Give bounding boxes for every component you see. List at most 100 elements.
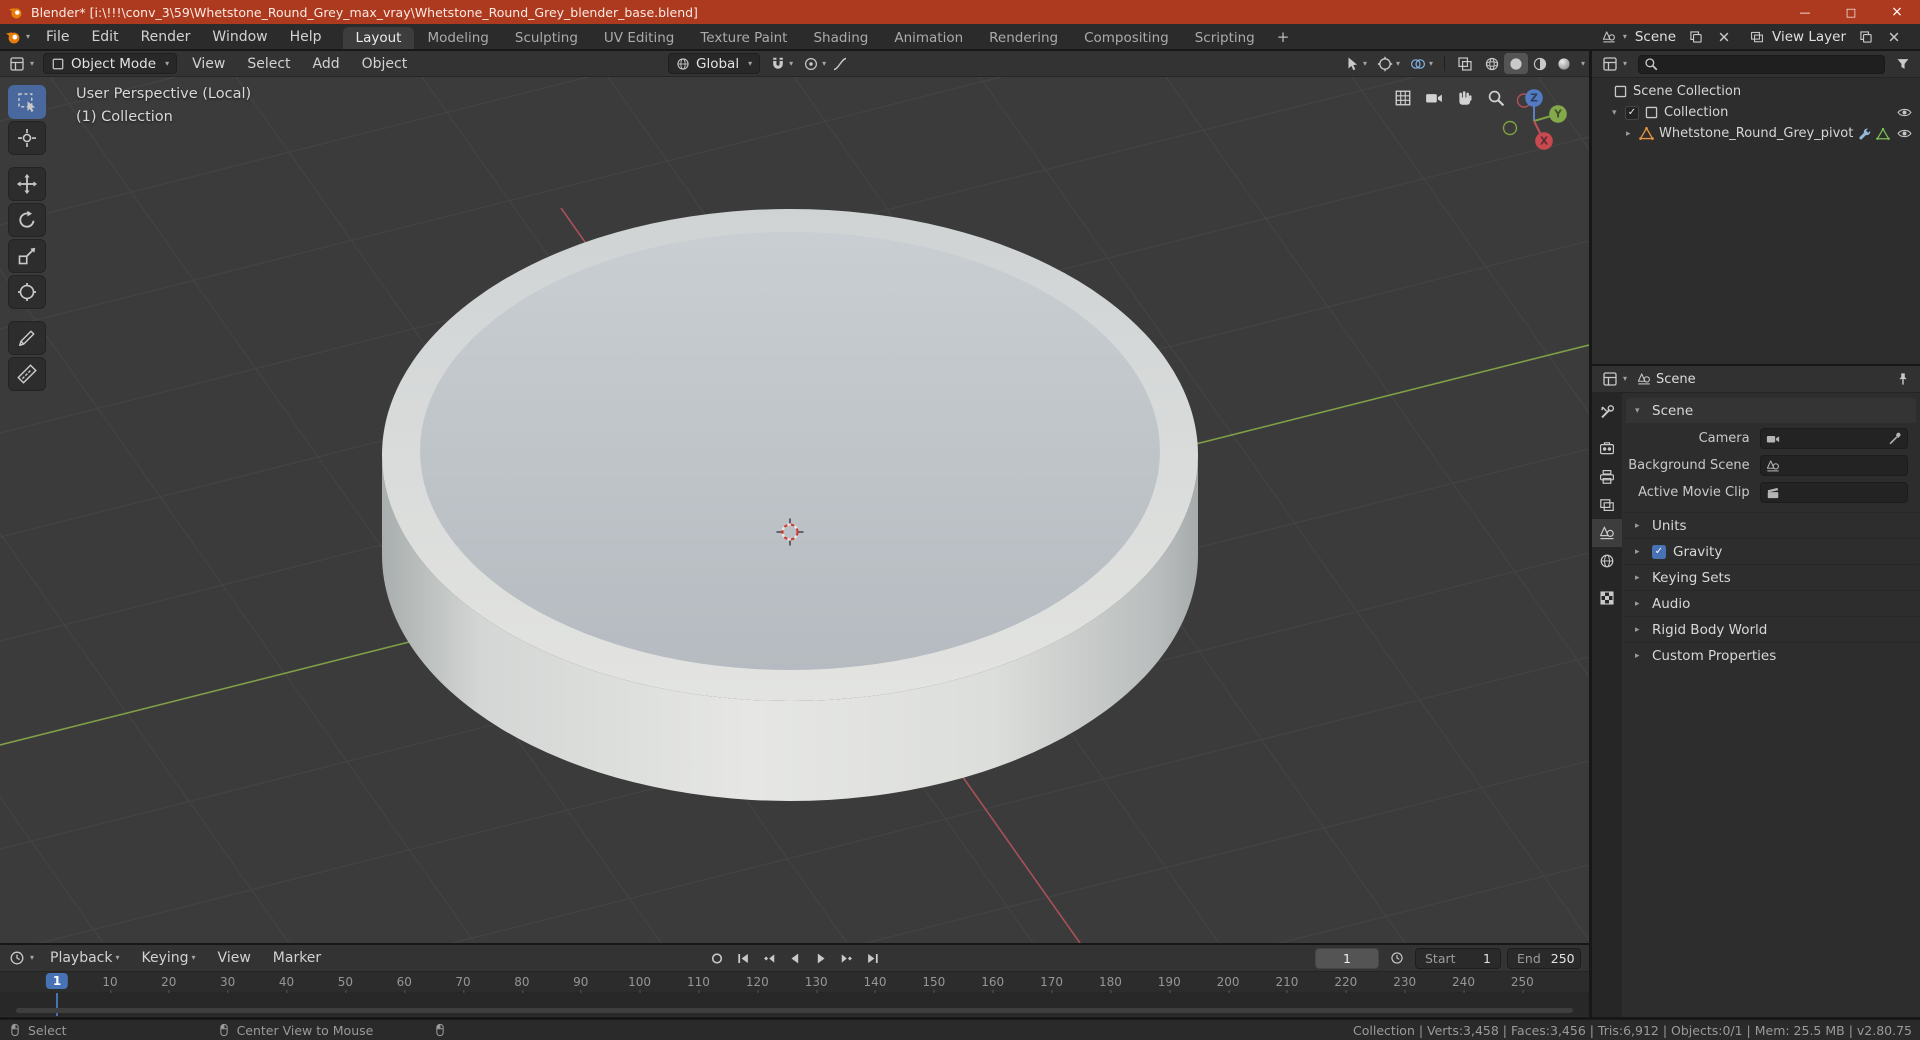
frame-end-field[interactable]: End 250 bbox=[1507, 947, 1581, 969]
preview-range-button[interactable] bbox=[1385, 945, 1409, 971]
workspace-tab[interactable]: UV Editing bbox=[591, 27, 687, 49]
window-titlebar[interactable]: Blender* [i:\!!!\conv_3\59\Whetstone_Rou… bbox=[0, 0, 1920, 24]
proportional-editing-toggle[interactable]: ▾ bbox=[799, 56, 830, 72]
outliner-search[interactable] bbox=[1638, 54, 1885, 74]
timeline-menu-item[interactable]: View ▾ bbox=[207, 945, 262, 971]
eye-icon[interactable] bbox=[1897, 126, 1912, 141]
timeline-ruler[interactable]: 10 20 30 40 50 60 70 80 90 100 110 120 130 140 150 160 1… bbox=[0, 972, 1589, 994]
viewport-menu-item[interactable]: Object bbox=[351, 51, 419, 76]
scene-selector[interactable]: ▾ Scene bbox=[1602, 24, 1736, 49]
view-layer-selector[interactable]: View Layer bbox=[1750, 24, 1906, 49]
shading-solid-button[interactable] bbox=[1503, 53, 1528, 74]
filter-button[interactable] bbox=[1891, 51, 1915, 77]
frame-start-field[interactable]: Start 1 bbox=[1415, 947, 1501, 969]
pin-button[interactable] bbox=[1891, 366, 1915, 392]
snap-toggle[interactable]: ▾ bbox=[766, 56, 797, 72]
outliner-row[interactable]: ▸ ✓ Whetstone_Round_Grey_pivot bbox=[1592, 123, 1920, 144]
search-input[interactable] bbox=[1662, 57, 1879, 71]
disclosure-icon[interactable]: ▾ bbox=[1612, 108, 1625, 118]
viewport-menu-item[interactable]: Select bbox=[236, 51, 301, 76]
playhead[interactable]: 1 bbox=[45, 973, 69, 989]
scene-name[interactable]: Scene bbox=[1631, 29, 1680, 45]
ortho-grid-button[interactable] bbox=[1394, 89, 1412, 107]
properties-tab[interactable] bbox=[1592, 435, 1622, 463]
panel-header[interactable]: ▸ ✓ Units bbox=[1624, 512, 1918, 538]
tool-button[interactable] bbox=[8, 321, 46, 355]
properties-tab[interactable] bbox=[1592, 584, 1622, 612]
panel-header[interactable]: ▸ ✓ Gravity bbox=[1624, 538, 1918, 564]
transform-orientation-dropdown[interactable]: Global ▾ bbox=[668, 53, 761, 74]
disclosure-icon[interactable]: ▸ bbox=[1626, 129, 1639, 139]
timeline-editor-type-button[interactable]: ▾ bbox=[4, 945, 39, 971]
xray-toggle[interactable] bbox=[1452, 51, 1478, 76]
timeline-track[interactable] bbox=[0, 993, 1589, 1016]
mode-dropdown[interactable]: Object Mode ▾ bbox=[43, 53, 178, 74]
remove-view-layer-button[interactable] bbox=[1882, 24, 1906, 49]
properties-editor-type-button[interactable]: ▾ bbox=[1597, 366, 1632, 392]
workspace-tab[interactable]: Modeling bbox=[414, 27, 501, 49]
panel-header[interactable]: ▸ ✓ Audio bbox=[1624, 590, 1918, 616]
menubar-item[interactable]: Window bbox=[201, 24, 278, 49]
view-layer-name[interactable]: View Layer bbox=[1768, 29, 1850, 45]
falloff-curve-icon[interactable] bbox=[832, 56, 848, 72]
workspace-tab[interactable]: Sculpting bbox=[502, 27, 591, 49]
workspace-tab[interactable]: Layout bbox=[342, 27, 415, 49]
outliner-editor-type-button[interactable]: ▾ bbox=[1597, 51, 1632, 77]
close-button[interactable]: × bbox=[1874, 0, 1920, 24]
shading-rendered-button[interactable] bbox=[1552, 53, 1576, 74]
overlays-dropdown[interactable]: ▾ bbox=[1406, 56, 1437, 72]
timeline-scrollbar[interactable] bbox=[16, 1008, 1573, 1013]
axis-y-neg-ball[interactable] bbox=[1502, 120, 1518, 136]
timeline-menu-item[interactable]: Playback ▾ bbox=[39, 945, 130, 971]
blender-app-menu-button[interactable]: ▾ bbox=[0, 24, 35, 49]
shading-material-button[interactable] bbox=[1528, 53, 1552, 74]
panel-header[interactable]: ▸ ✓ Keying Sets bbox=[1624, 564, 1918, 590]
auto-keying-button[interactable] bbox=[705, 948, 728, 969]
unlink-scene-button[interactable] bbox=[1712, 24, 1736, 49]
workspace-tab[interactable]: Compositing bbox=[1071, 27, 1182, 49]
properties-tab[interactable] bbox=[1592, 547, 1622, 575]
properties-tab[interactable] bbox=[1592, 519, 1622, 547]
play-reverse-button[interactable] bbox=[783, 948, 806, 969]
workspace-tab[interactable]: Rendering bbox=[976, 27, 1071, 49]
camera-view-button[interactable] bbox=[1425, 89, 1443, 107]
tool-button[interactable] bbox=[8, 239, 46, 273]
jump-to-end-button[interactable] bbox=[861, 948, 884, 969]
shading-wireframe-button[interactable] bbox=[1480, 53, 1504, 74]
properties-breadcrumb[interactable]: Scene bbox=[1632, 372, 1701, 387]
whetstone-object[interactable] bbox=[382, 209, 1198, 801]
panel-header[interactable]: ▸ ✓ Custom Properties bbox=[1624, 642, 1918, 668]
menubar-item[interactable]: Render bbox=[130, 24, 202, 49]
zoom-view-button[interactable] bbox=[1487, 89, 1505, 107]
previous-keyframe-button[interactable] bbox=[757, 948, 780, 969]
property-value-field[interactable] bbox=[1759, 455, 1908, 476]
tool-button[interactable] bbox=[8, 85, 46, 119]
add-workspace-button[interactable]: + bbox=[1268, 28, 1299, 46]
workspace-tab[interactable]: Shading bbox=[800, 27, 881, 49]
panel-header[interactable]: ▸ ✓ Rigid Body World bbox=[1624, 616, 1918, 642]
properties-tab[interactable] bbox=[1592, 398, 1622, 426]
gizmos-dropdown[interactable]: ▾ bbox=[1373, 56, 1404, 72]
current-frame-field[interactable]: 1 bbox=[1315, 947, 1379, 969]
outliner-row[interactable]: ▾ ✓ Collection bbox=[1592, 102, 1920, 123]
new-scene-button[interactable] bbox=[1684, 24, 1708, 49]
minimize-button[interactable]: — bbox=[1782, 0, 1828, 24]
property-value-field[interactable] bbox=[1759, 428, 1908, 449]
menubar-item[interactable]: File bbox=[35, 24, 80, 49]
eye-icon[interactable] bbox=[1897, 105, 1912, 120]
property-value-field[interactable] bbox=[1759, 482, 1908, 503]
tool-button[interactable] bbox=[8, 275, 46, 309]
eyedropper-icon[interactable] bbox=[1888, 432, 1902, 446]
tool-button[interactable] bbox=[8, 121, 46, 155]
play-button[interactable] bbox=[809, 948, 832, 969]
viewport-editor-type-button[interactable]: ▾ bbox=[4, 51, 39, 76]
workspace-tab[interactable]: Texture Paint bbox=[687, 27, 800, 49]
maximize-button[interactable]: □ bbox=[1828, 0, 1874, 24]
outliner-row[interactable]: ✓ Scene Collection bbox=[1592, 81, 1920, 102]
properties-tab[interactable] bbox=[1592, 491, 1622, 519]
properties-tab[interactable] bbox=[1592, 463, 1622, 491]
collection-checkbox[interactable]: ✓ bbox=[1625, 105, 1639, 120]
workspace-tab[interactable]: Scripting bbox=[1182, 27, 1268, 49]
new-view-layer-button[interactable] bbox=[1854, 24, 1878, 49]
next-keyframe-button[interactable] bbox=[835, 948, 858, 969]
